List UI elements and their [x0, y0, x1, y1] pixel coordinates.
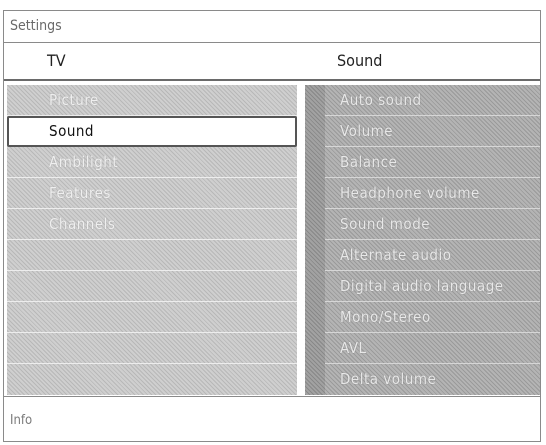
submenu-item-digital-audio-language[interactable]: Digital audio language: [305, 271, 540, 302]
menu-item-empty: [7, 240, 297, 271]
menu-item-picture[interactable]: Picture: [7, 85, 297, 116]
left-menu-heading: TV: [47, 51, 66, 70]
submenu-item-delta-volume[interactable]: Delta volume: [305, 364, 540, 395]
menu-item-empty: [7, 364, 297, 395]
menu-item-empty: [7, 302, 297, 333]
submenu-item-alternate-audio[interactable]: Alternate audio: [305, 240, 540, 271]
info-panel: Info: [4, 397, 540, 443]
menu-item-empty: [7, 333, 297, 364]
title-bar: Settings: [4, 11, 540, 43]
submenu-item-mono-stereo[interactable]: Mono/Stereo: [305, 302, 540, 333]
menu-header: TV Sound: [4, 43, 540, 81]
submenu-item-auto-sound[interactable]: Auto sound: [305, 85, 540, 116]
submenu-item-headphone-volume[interactable]: Headphone volume: [305, 178, 540, 209]
settings-window: Settings TV Sound Picture Sound Ambiligh…: [3, 10, 541, 442]
right-menu-heading: Sound: [337, 51, 383, 70]
info-label: Info: [10, 413, 33, 428]
menu-item-empty: [7, 271, 297, 302]
main-menu: Picture Sound Ambilight Features Channel…: [7, 85, 297, 395]
menu-area: Picture Sound Ambilight Features Channel…: [4, 81, 540, 397]
window-title: Settings: [10, 18, 62, 34]
submenu-item-avl[interactable]: AVL: [305, 333, 540, 364]
submenu-edge-strip: [305, 85, 325, 395]
menu-item-features[interactable]: Features: [7, 178, 297, 209]
submenu-item-balance[interactable]: Balance: [305, 147, 540, 178]
sound-submenu: Auto sound Volume Balance Headphone volu…: [305, 85, 540, 395]
menu-item-ambilight[interactable]: Ambilight: [7, 147, 297, 178]
submenu-item-sound-mode[interactable]: Sound mode: [305, 209, 540, 240]
menu-item-sound[interactable]: Sound: [7, 116, 297, 147]
menu-item-channels[interactable]: Channels: [7, 209, 297, 240]
submenu-item-volume[interactable]: Volume: [305, 116, 540, 147]
